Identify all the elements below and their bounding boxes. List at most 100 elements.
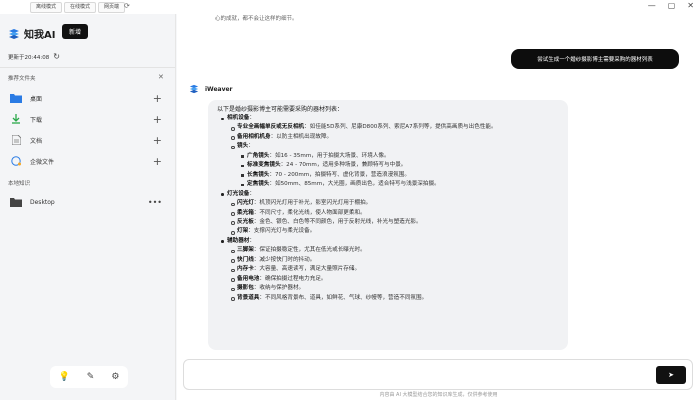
list-item-text: ：如16 - 35mm，用于拍摄大场景、环境人像。 xyxy=(269,152,390,159)
list-item-text: ： xyxy=(248,143,254,150)
list-item-term: 灯架 xyxy=(237,228,249,235)
add-icon[interactable]: + xyxy=(153,92,162,105)
list-item-term: 闪光灯 xyxy=(237,200,254,207)
list-item: 摄影包：收纳与保护器材。 xyxy=(217,284,559,293)
sidebar-item-label: 桌面 xyxy=(30,95,43,103)
list-item-term: 专业全画幅单反或无反相机 xyxy=(237,124,305,131)
sidebar-item-label: Desktop xyxy=(30,198,55,206)
maximize-button[interactable]: ▢ xyxy=(668,1,676,10)
sidebar-item-label: 下载 xyxy=(30,116,43,124)
brand: 知我AI xyxy=(8,26,55,41)
refresh-icon[interactable]: ⟳ xyxy=(124,2,130,10)
chat-input[interactable]: ➤ xyxy=(183,359,693,390)
list-item-text: ：24 - 70mm，适用多种场景，兼顾特写与中景。 xyxy=(280,162,407,169)
list-item: 专业全画幅单反或无反相机：如佳能5D系列、尼康D800系列、索尼A7系列等，提供… xyxy=(217,123,559,132)
sidebar-item-download[interactable]: 下载 + xyxy=(10,112,162,126)
list-item-text: ：如50mm、85mm，大光圈，画质出色，适合特写与浅景深拍摄。 xyxy=(269,181,440,188)
new-button[interactable]: 新增 xyxy=(62,24,88,39)
bot-avatar-icon xyxy=(189,84,199,94)
window-controls: — ▢ ✕ xyxy=(648,1,694,10)
list-item-text: ： xyxy=(249,115,255,121)
sidebar-item-label: 文档 xyxy=(30,137,43,145)
list-item-text: ：如佳能5D系列、尼康D800系列、索尼A7系列等，提供高画质与出色性能。 xyxy=(304,124,497,131)
list-item: 柔光箱：不同尺寸，柔化光线，使人物面部更柔和。 xyxy=(217,209,559,218)
recommended-folders-title: 推荐文件夹 xyxy=(8,76,36,82)
chat-panel: 心的成就，都不会让这样的细节。 尝试生成一个婚纱摄影博主需要采购的器材列表 iW… xyxy=(177,14,700,400)
answer-intro: 以下是婚纱摄影博主可能需要采购的器材列表： xyxy=(217,106,344,113)
list-item-text: ：以防主相机出现故障。 xyxy=(270,133,333,140)
list-item-term: 备用相机机身 xyxy=(237,133,271,140)
download-icon xyxy=(10,114,22,124)
sidebar-item-wecom-files[interactable]: 企微文件 + xyxy=(10,154,162,168)
list-item-term: 内存卡 xyxy=(237,266,254,273)
bot-name: iWeaver xyxy=(205,85,233,93)
update-status: 更新于20:44:08 ↻ xyxy=(8,52,60,61)
list-item-term: 背景道具 xyxy=(237,294,260,301)
add-icon[interactable]: + xyxy=(153,134,162,147)
add-icon[interactable]: + xyxy=(153,113,162,126)
edit-icon[interactable]: ✎ xyxy=(87,372,95,382)
lightbulb-icon[interactable]: 💡 xyxy=(59,372,70,382)
sidebar-item-desktop[interactable]: 桌面 + xyxy=(10,91,162,105)
list-item-text: ：机顶闪光灯用于补光，影室闪光灯用于棚拍。 xyxy=(253,200,372,207)
gear-icon[interactable]: ⚙ xyxy=(111,372,119,382)
send-button[interactable]: ➤ xyxy=(656,366,686,384)
reload-icon[interactable]: ↻ xyxy=(53,52,60,61)
minimize-button[interactable]: — xyxy=(648,1,656,10)
equipment-list: 相机设备： 专业全画幅单反或无反相机：如佳能5D系列、尼康D800系列、索尼A7系… xyxy=(217,114,559,303)
list-item: 标准变焦镜头：24 - 70mm，适用多种场景，兼顾特写与中景。 xyxy=(217,161,559,170)
mode-online[interactable]: 在线模式 xyxy=(64,2,97,13)
list-item-text: ：支撑闪光灯与柔光设备。 xyxy=(248,228,316,235)
list-item-text: ：收纳与保护器材。 xyxy=(253,285,305,292)
more-options-icon[interactable]: ••• xyxy=(148,198,162,207)
folder-icon xyxy=(10,197,22,207)
list-item-text: ：确保拍摄过程电力充足。 xyxy=(259,275,327,282)
list-item: 内存卡：大容量、高速读写，满足大量照片存储。 xyxy=(217,265,559,274)
list-item-text: ：不同尺寸，柔化光线，使人物面部更柔和。 xyxy=(253,209,366,216)
bot-header: iWeaver xyxy=(189,84,233,94)
list-item: 长焦镜头：70 - 200mm，拍摄特写、虚化背景，营造浪漫氛围。 xyxy=(217,171,559,180)
mode-web[interactable]: 网页端 xyxy=(98,2,126,13)
sidebar-item-label: 企微文件 xyxy=(30,158,55,166)
list-item-term: 摄影包 xyxy=(237,285,254,292)
close-window-button[interactable]: ✕ xyxy=(687,1,694,10)
list-item: 灯光设备： xyxy=(217,190,559,199)
list-item: 闪光灯：机顶闪光灯用于补光，影室闪光灯用于棚拍。 xyxy=(217,199,559,208)
list-item-term: 快门线 xyxy=(237,256,254,263)
chat-file-icon xyxy=(10,156,22,166)
list-item: 快门线：减少按快门时的抖动。 xyxy=(217,256,559,265)
list-item-text: ： xyxy=(249,237,255,244)
previous-message-fragment: 心的成就，都不会让这样的细节。 xyxy=(215,16,298,22)
list-item-term: 柔光箱 xyxy=(237,209,254,216)
mode-offline[interactable]: 离线模式 xyxy=(30,2,63,13)
list-item-text: ： xyxy=(249,190,255,197)
list-item-term: 定焦镜头 xyxy=(247,181,270,188)
sidebar-item-documents[interactable]: 文档 + xyxy=(10,133,162,147)
list-item-term: 长焦镜头 xyxy=(247,171,270,178)
list-item: 辅助器材： xyxy=(217,237,559,246)
app-name: 知我AI xyxy=(24,30,56,41)
bot-answer: 以下是婚纱摄影博主可能需要采购的器材列表： 相机设备： 专业全画幅单反或无反相机：… xyxy=(208,100,568,350)
sidebar-item-local-desktop[interactable]: Desktop ••• xyxy=(10,195,162,209)
list-item-term: 辅助器材 xyxy=(227,237,250,244)
local-knowledge-title: 本地知识 xyxy=(8,181,31,187)
list-item: 备用电池：确保拍摄过程电力充足。 xyxy=(217,275,559,284)
document-icon xyxy=(10,135,22,145)
add-icon[interactable]: + xyxy=(153,155,162,168)
list-item-term: 备用电池 xyxy=(237,275,260,282)
title-bar: 离线模式 在线模式 网页端 ⟳ — ▢ ✕ xyxy=(0,0,700,14)
list-item: 定焦镜头：如50mm、85mm，大光圈，画质出色，适合特写与浅景深拍摄。 xyxy=(217,180,559,189)
app-logo-icon xyxy=(9,28,19,39)
disclaimer: 内容由 AI 大模型结合您的知识库生成，仅供参考使用 xyxy=(379,392,498,398)
list-item-term: 相机设备 xyxy=(227,115,250,121)
list-item: 备用相机机身：以防主相机出现故障。 xyxy=(217,133,559,142)
list-item-text: ：不同风格背景布、道具，如鲜花、气球、纱幔等，营造不同氛围。 xyxy=(259,294,428,301)
list-item: 广角镜头：如16 - 35mm，用于拍摄大场景、环境人像。 xyxy=(217,152,559,161)
close-icon[interactable]: ✕ xyxy=(158,73,164,81)
list-item: 反光板：金色、银色、白色等不同颜色，用于反射光线，补光与塑造光影。 xyxy=(217,218,559,227)
list-item-term: 标准变焦镜头 xyxy=(247,162,281,169)
list-item: 背景道具：不同风格背景布、道具，如鲜花、气球、纱幔等，营造不同氛围。 xyxy=(217,294,559,303)
list-item-term: 灯光设备 xyxy=(227,190,250,197)
list-item: 三脚架：保证拍摄稳定性，尤其在低光或长曝光时。 xyxy=(217,246,559,255)
list-item-text: ：金色、银色、白色等不同颜色，用于反射光线，补光与塑造光影。 xyxy=(253,218,422,225)
